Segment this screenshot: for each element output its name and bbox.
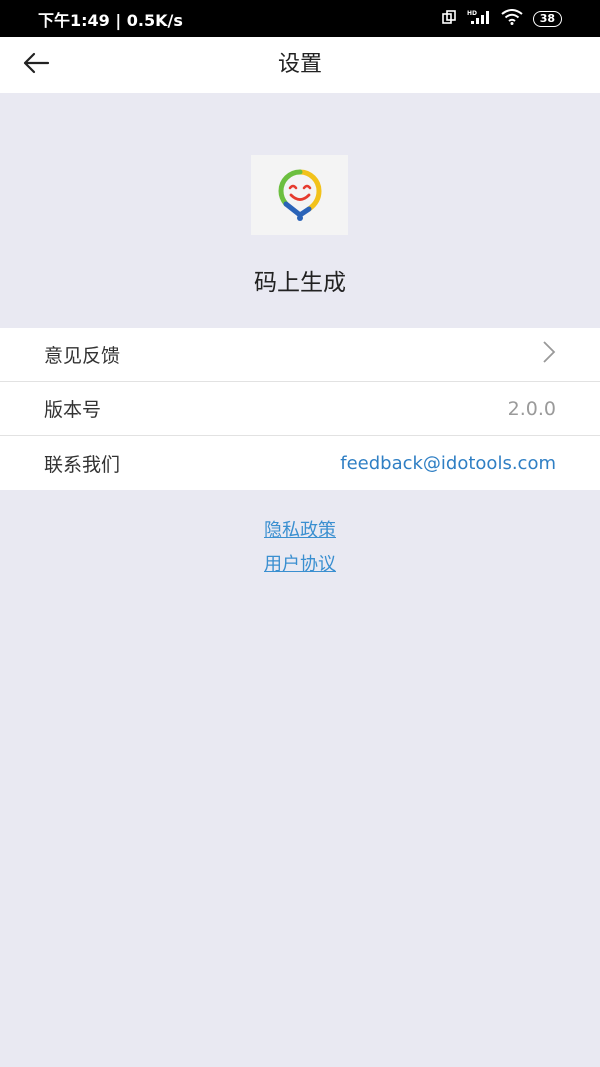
contact-email-link[interactable]: feedback@idotools.com — [340, 453, 556, 474]
privacy-policy-link[interactable]: 隐私政策 — [0, 514, 600, 548]
version-label: 版本号 — [44, 399, 102, 421]
app-logo — [251, 155, 348, 235]
policy-links: 隐私政策 用户协议 — [0, 514, 600, 582]
svg-text:HD: HD — [467, 10, 477, 17]
chevron-right-icon — [542, 340, 556, 369]
app-name: 码上生成 — [254, 270, 346, 296]
back-button[interactable] — [18, 49, 54, 81]
version-row: 版本号 2.0.0 — [0, 382, 600, 436]
status-bar: 下午1:49 | 0.5K/s HD 38 — [0, 0, 600, 37]
feedback-row[interactable]: 意见反馈 — [0, 328, 600, 382]
feedback-label: 意见反馈 — [44, 345, 121, 367]
wifi-icon — [501, 8, 523, 29]
version-value: 2.0.0 — [507, 397, 556, 420]
status-icons: HD 38 — [441, 8, 562, 29]
status-time-speed: 下午1:49 | 0.5K/s — [38, 10, 183, 30]
sim-icon — [441, 9, 457, 29]
app-bar: 设置 — [0, 37, 600, 93]
contact-label: 联系我们 — [44, 453, 121, 476]
battery-icon: 38 — [532, 10, 562, 27]
arrow-left-icon — [22, 52, 50, 78]
settings-list: 意见反馈 版本号 2.0.0 联系我们 feedback@idotools.co… — [0, 328, 600, 490]
page-title: 设置 — [277, 52, 322, 77]
user-agreement-link[interactable]: 用户协议 — [0, 548, 600, 582]
contact-row[interactable]: 联系我们 feedback@idotools.com — [0, 436, 600, 490]
app-info-header: 码上生成 — [0, 93, 600, 328]
smiley-pin-logo-icon — [277, 169, 322, 221]
hd-signal-icon: HD — [467, 9, 491, 29]
